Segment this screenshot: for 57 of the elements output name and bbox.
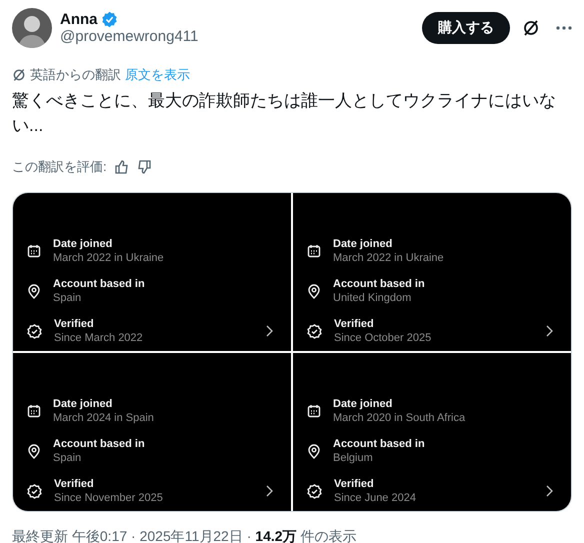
info-value: March 2020 in South Africa [333, 411, 466, 425]
info-label: Account based in [333, 277, 426, 291]
info-label: Account based in [53, 437, 146, 451]
chevron-right-icon [266, 485, 273, 497]
avatar[interactable] [12, 8, 52, 48]
post-meta: 最終更新 午後0:17 · 2025年11月22日 · 14.2万 件の表示 [12, 528, 358, 543]
info-label: Verified [334, 317, 375, 331]
calendar-icon [27, 244, 41, 258]
verified-badge-icon [27, 484, 42, 498]
chevron-right-icon [546, 485, 553, 497]
verified-badge-icon [307, 324, 322, 338]
post-text: 驚くべきことに、最大の詐欺師たちは誰一人としてウクライナにはいない... [12, 90, 557, 137]
info-label: Date joined [333, 397, 394, 411]
translation-label: 英語からの翻訳 [30, 66, 121, 84]
screenshot-panel[interactable]: Date joined March 2022 in Ukraine Account based in Spain Verified Since March 2022 [13, 193, 291, 351]
info-label: Date joined [53, 237, 114, 251]
info-label: Account based in [333, 437, 426, 451]
calendar-icon [27, 404, 41, 418]
location-pin-icon [27, 444, 41, 458]
info-value: Belgium [333, 451, 374, 465]
thumbs-down-icon[interactable] [136, 160, 151, 174]
location-pin-icon [27, 284, 41, 298]
screenshot-panel[interactable]: Date joined March 2024 in Spain Account based in Spain Verified Since November 2025 [13, 353, 291, 511]
info-value: Since November 2025 [54, 491, 164, 505]
info-value: March 2022 in Ukraine [53, 251, 165, 265]
info-label: Verified [334, 477, 375, 491]
info-value: March 2022 in Ukraine [333, 251, 445, 265]
rate-translation-label: この翻訳を評価: [12, 158, 107, 176]
chevron-right-icon [546, 325, 553, 337]
info-label: Verified [54, 477, 95, 491]
buy-button[interactable]: 購入する [422, 12, 510, 44]
chevron-right-icon [266, 325, 273, 337]
thumbs-up-icon[interactable] [114, 160, 129, 174]
verified-badge-icon [27, 324, 42, 338]
info-label: Date joined [333, 237, 394, 251]
location-pin-icon [307, 284, 321, 298]
screenshot-panel[interactable]: Date joined March 2022 in Ukraine Account based in United Kingdom Verified Since October 2025 [293, 193, 571, 351]
verified-badge-icon [307, 484, 322, 498]
info-label: Date joined [53, 397, 114, 411]
info-label: Verified [54, 317, 95, 331]
info-value: Since March 2022 [54, 331, 144, 345]
info-value: Spain [53, 451, 82, 465]
info-value: March 2024 in Spain [53, 411, 155, 425]
location-pin-icon [307, 444, 321, 458]
info-label: Account based in [53, 277, 146, 291]
info-value: Since October 2025 [334, 331, 432, 345]
calendar-icon [307, 244, 321, 258]
info-value: Spain [53, 291, 82, 305]
author-handle[interactable]: @provemewrong411 [60, 28, 414, 45]
more-icon[interactable] [556, 26, 572, 30]
screenshot-panel[interactable]: Date joined March 2020 in South Africa Account based in Belgium Verified Since June 2024 [293, 353, 571, 511]
slashed-circle-icon [12, 68, 26, 82]
author-name[interactable]: Anna [60, 11, 98, 28]
info-value: Since June 2024 [334, 491, 417, 505]
calendar-icon [307, 404, 321, 418]
info-value: United Kingdom [333, 291, 412, 305]
slashed-circle-icon[interactable] [522, 19, 540, 37]
